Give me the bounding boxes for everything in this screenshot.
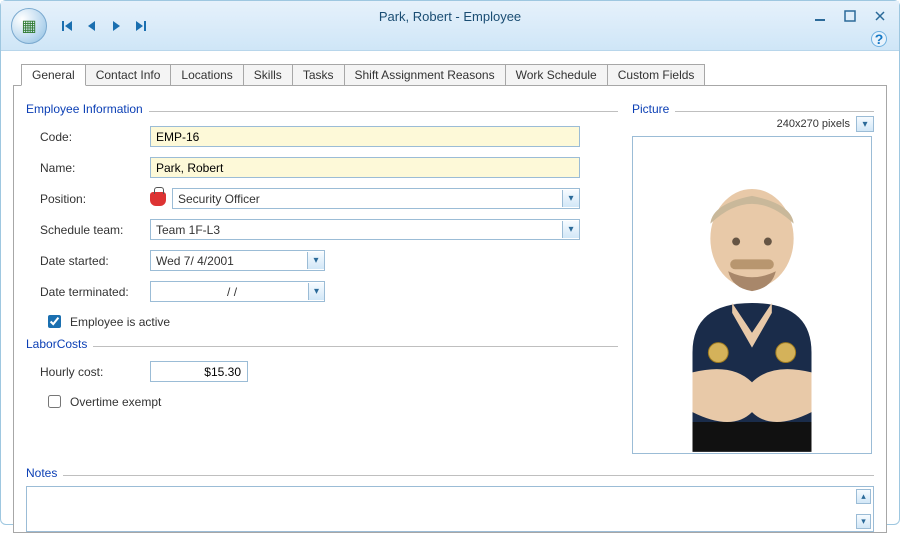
- employee-photo[interactable]: [632, 136, 872, 454]
- chevron-down-icon: ▾: [307, 252, 324, 269]
- date-started-input[interactable]: Wed 7/ 4/2001 ▾: [150, 250, 325, 271]
- name-input[interactable]: [150, 157, 580, 178]
- nav-next-button[interactable]: [107, 17, 125, 35]
- employee-active-checkbox[interactable]: Employee is active: [44, 312, 618, 331]
- tab-contact-info[interactable]: Contact Info: [85, 64, 172, 86]
- labor-costs-legend: LaborCosts: [26, 337, 93, 351]
- position-select[interactable]: Security Officer ▾: [172, 188, 580, 209]
- tab-tasks[interactable]: Tasks: [292, 64, 345, 86]
- help-button[interactable]: ?: [871, 31, 887, 47]
- date-terminated-label: Date terminated:: [40, 285, 150, 299]
- hourly-cost-label: Hourly cost:: [40, 365, 150, 379]
- tabstrip: General Contact Info Locations Skills Ta…: [21, 63, 887, 85]
- tab-custom-fields[interactable]: Custom Fields: [607, 64, 706, 86]
- position-label: Position:: [40, 192, 150, 206]
- tab-work-schedule[interactable]: Work Schedule: [505, 64, 608, 86]
- schedule-team-label: Schedule team:: [40, 223, 150, 237]
- overtime-exempt-checkbox[interactable]: Overtime exempt: [44, 392, 618, 411]
- labor-costs-section: LaborCosts Hourly cost: Overtime exempt: [26, 337, 618, 411]
- employee-information-legend: Employee Information: [26, 102, 149, 116]
- minimize-button[interactable]: [811, 7, 829, 25]
- picture-section: Picture 240x270 pixels ▾: [632, 102, 874, 454]
- scroll-down-button[interactable]: ▾: [856, 514, 871, 529]
- picture-legend: Picture: [632, 102, 675, 116]
- maximize-button[interactable]: [841, 7, 859, 25]
- tab-shift-assignment-reasons[interactable]: Shift Assignment Reasons: [344, 64, 506, 86]
- chevron-down-icon: ▾: [562, 221, 579, 238]
- scroll-up-button[interactable]: ▴: [856, 489, 871, 504]
- nav-prev-button[interactable]: [83, 17, 101, 35]
- picture-size-text: 240x270 pixels: [777, 118, 850, 130]
- tab-locations[interactable]: Locations: [170, 64, 243, 86]
- date-terminated-input[interactable]: / / ▾: [150, 281, 325, 302]
- schedule-team-select[interactable]: Team 1F-L3 ▾: [150, 219, 580, 240]
- name-label: Name:: [40, 161, 150, 175]
- nav-last-button[interactable]: [131, 17, 149, 35]
- employee-information-section: Employee Information Code: Name: Positio…: [26, 102, 618, 331]
- nav-first-button[interactable]: [59, 17, 77, 35]
- app-icon: ▦: [11, 8, 47, 44]
- tab-skills[interactable]: Skills: [243, 64, 293, 86]
- chevron-down-icon: ▾: [308, 283, 324, 300]
- hourly-cost-input[interactable]: [150, 361, 248, 382]
- date-started-label: Date started:: [40, 254, 150, 268]
- titlebar: ▦ Park, Robert - Employee ?: [1, 1, 899, 51]
- notes-textarea[interactable]: ▴ ▾: [26, 486, 874, 532]
- close-button[interactable]: [871, 7, 889, 25]
- tab-general[interactable]: General: [21, 64, 86, 86]
- person-icon: [150, 192, 166, 206]
- code-label: Code:: [40, 130, 150, 144]
- notes-legend: Notes: [26, 466, 63, 480]
- tab-content: Employee Information Code: Name: Positio…: [13, 85, 887, 533]
- chevron-down-icon: ▾: [562, 190, 579, 207]
- picture-menu-button[interactable]: ▾: [856, 116, 874, 132]
- code-input[interactable]: [150, 126, 580, 147]
- notes-section: Notes ▴ ▾: [26, 466, 874, 532]
